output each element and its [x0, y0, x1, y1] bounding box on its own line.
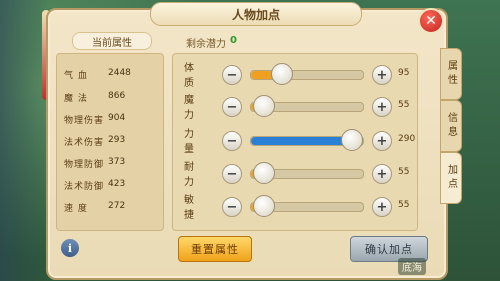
watermark: 底海 — [398, 258, 426, 275]
decrease-button[interactable]: − — [222, 65, 242, 85]
attr-value: 290 — [398, 134, 416, 144]
stat-value: 904 — [108, 113, 126, 123]
attr-label: 力 量 — [184, 129, 200, 155]
attr-value: 55 — [398, 100, 410, 110]
stat-value: 293 — [108, 135, 126, 145]
stat-row-mp: 魔 法 866 — [64, 91, 125, 104]
decrease-button[interactable]: − — [222, 97, 242, 117]
attr-slider-thumb[interactable] — [340, 129, 363, 151]
stat-value: 373 — [108, 157, 126, 167]
stat-row-speed: 速 度 272 — [64, 201, 125, 214]
title-bar: 人物加点 — [150, 2, 362, 26]
current-stats-title: 当前属性 — [92, 37, 132, 49]
attr-slider-thumb[interactable] — [253, 162, 276, 184]
decrease-button[interactable]: − — [222, 197, 242, 217]
confirm-points-label: 确认加点 — [365, 243, 413, 256]
stat-value: 866 — [108, 91, 126, 101]
remaining-points: 剩余潜力 0 — [186, 35, 237, 50]
attr-value: 55 — [398, 200, 410, 210]
attr-row-strength: 力 量 − +290 — [184, 129, 424, 155]
stat-label: 气 血 — [64, 71, 88, 81]
increase-button[interactable]: + — [372, 131, 392, 151]
stat-label: 物理伤害 — [64, 116, 105, 126]
attr-label: 体 质 — [184, 63, 200, 89]
minus-icon: − — [226, 67, 238, 83]
tab-attributes-label: 属性 — [445, 60, 457, 88]
attr-slider-fill — [251, 137, 352, 145]
plus-icon: + — [376, 99, 388, 115]
stat-row-phys-def: 物理防御 373 — [64, 157, 125, 170]
attr-row-magic: 魔 力 − +55 — [184, 95, 424, 121]
minus-icon: − — [226, 199, 238, 215]
attr-slider-thumb[interactable] — [253, 95, 276, 117]
plus-icon: + — [376, 67, 388, 83]
stat-label: 速 度 — [64, 204, 88, 214]
close-button[interactable]: ✕ — [418, 8, 444, 34]
reset-attributes-button[interactable]: 重置属性 — [178, 236, 252, 262]
plus-icon: + — [376, 133, 388, 149]
tab-attributes[interactable]: 属性 — [440, 48, 462, 100]
attr-slider-thumb[interactable] — [271, 63, 294, 85]
page-title: 人物加点 — [231, 7, 280, 22]
decrease-button[interactable]: − — [222, 131, 242, 151]
stat-label: 法术防御 — [64, 182, 105, 192]
stat-row-hp: 气 血 2448 — [64, 68, 131, 81]
tab-info[interactable]: 信息 — [440, 100, 462, 152]
stat-label: 魔 法 — [64, 94, 88, 104]
minus-icon: − — [226, 133, 238, 149]
info-icon: i — [67, 241, 73, 255]
increase-button[interactable]: + — [372, 97, 392, 117]
attr-label: 敏 捷 — [184, 195, 200, 221]
info-button[interactable]: i — [60, 238, 80, 258]
stat-value: 272 — [108, 201, 126, 211]
attr-slider-track[interactable] — [250, 70, 364, 80]
decrease-button[interactable]: − — [222, 164, 242, 184]
stat-row-phys-dmg: 物理伤害 904 — [64, 113, 125, 126]
increase-button[interactable]: + — [372, 164, 392, 184]
plus-icon: + — [376, 199, 388, 215]
attr-row-constitution: 体 质 − +95 — [184, 63, 424, 89]
attr-label: 耐 力 — [184, 162, 200, 188]
stat-label: 物理防御 — [64, 160, 105, 170]
attr-label: 魔 力 — [184, 95, 200, 121]
increase-button[interactable]: + — [372, 197, 392, 217]
attr-value: 55 — [398, 167, 410, 177]
remaining-points-value: 0 — [230, 35, 237, 46]
minus-icon: − — [226, 99, 238, 115]
character-sidebar — [0, 0, 46, 281]
stat-value: 423 — [108, 179, 126, 189]
tab-add-points-label: 加点 — [445, 164, 457, 192]
stat-row-magic-def: 法术防御 423 — [64, 179, 125, 192]
tab-add-points[interactable]: 加点 — [440, 152, 462, 204]
tab-info-label: 信息 — [445, 112, 457, 140]
stat-value: 2448 — [108, 68, 131, 78]
attr-row-agility: 敏 捷 − +55 — [184, 195, 424, 221]
stat-row-magic-dmg: 法术伤害 293 — [64, 135, 125, 148]
close-icon: ✕ — [425, 13, 437, 29]
remaining-points-label: 剩余潜力 — [186, 39, 226, 50]
attr-slider-thumb[interactable] — [253, 195, 276, 217]
attr-value: 95 — [398, 68, 410, 78]
attr-row-endurance: 耐 力 − +55 — [184, 162, 424, 188]
reset-attributes-label: 重置属性 — [191, 243, 239, 256]
current-stats-header: 当前属性 — [72, 32, 152, 50]
stat-label: 法术伤害 — [64, 138, 105, 148]
increase-button[interactable]: + — [372, 65, 392, 85]
minus-icon: − — [226, 166, 238, 182]
plus-icon: + — [376, 166, 388, 182]
